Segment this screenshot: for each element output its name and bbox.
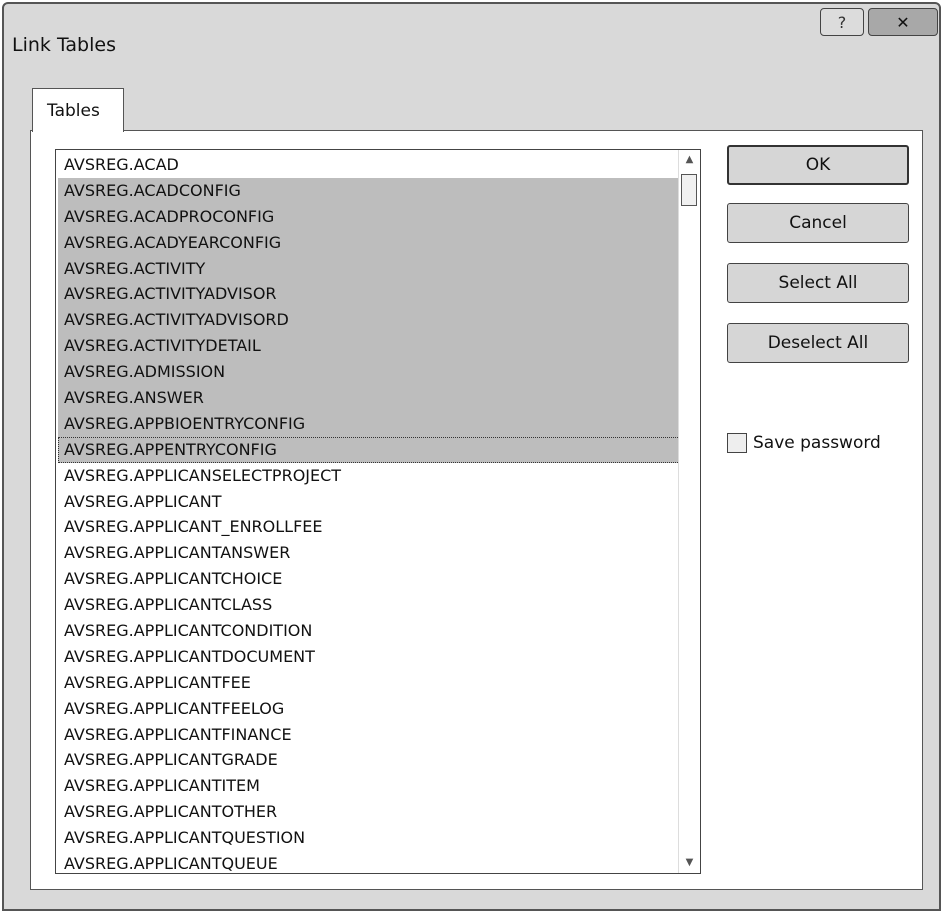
ok-button[interactable]: OK [727, 145, 909, 185]
dialog-title: Link Tables [12, 34, 116, 56]
select-all-button[interactable]: Select All [727, 263, 909, 303]
deselect-all-button[interactable]: Deselect All [727, 323, 909, 363]
table-list-item[interactable]: AVSREG.APPLICANTCONDITION [58, 618, 680, 644]
table-list-item[interactable]: AVSREG.APPBIOENTRYCONFIG [58, 410, 680, 437]
cancel-button[interactable]: Cancel [727, 203, 909, 243]
table-list-item[interactable]: AVSREG.ACADYEARCONFIG [58, 229, 680, 256]
table-list-item[interactable]: AVSREG.APPLICANTFEE [58, 670, 680, 696]
table-list-item[interactable]: AVSREG.APPLICANTOTHER [58, 799, 680, 825]
link-tables-dialog: Link Tables ? ✕ Tables AVSREG.ACAD AVSREG… [2, 2, 941, 911]
table-list-item[interactable]: AVSREG.APPLICANTCLASS [58, 592, 680, 618]
table-list-item[interactable]: AVSREG.APPLICANT_ENROLLFEE [58, 514, 680, 540]
table-list-item[interactable]: AVSREG.ACTIVITYADVISOR [58, 281, 680, 308]
save-password-checkbox[interactable] [727, 433, 747, 453]
table-list-item[interactable]: AVSREG.APPLICANTQUEUE [58, 851, 680, 873]
save-password-row[interactable]: Save password [727, 433, 881, 453]
table-list-item[interactable]: AVSREG.APPLICANTQUESTION [58, 825, 680, 851]
close-button[interactable]: ✕ [868, 8, 938, 36]
table-list-item[interactable]: AVSREG.APPLICANTDOCUMENT [58, 644, 680, 670]
table-list-item[interactable]: AVSREG.APPLICANTGRADE [58, 747, 680, 773]
table-list-item[interactable]: AVSREG.ADMISSION [58, 359, 680, 386]
table-list-item[interactable]: AVSREG.APPLICANT [58, 489, 680, 515]
scroll-thumb[interactable] [681, 174, 697, 206]
deselect-all-button-label: Deselect All [767, 333, 869, 353]
table-list-item[interactable]: AVSREG.APPLICANTANSWER [58, 540, 680, 566]
table-list-item[interactable]: AVSREG.APPLICANTITEM [58, 773, 680, 799]
table-list-item[interactable]: AVSREG.ACTIVITYDETAIL [58, 333, 680, 360]
tables-list-items: AVSREG.ACAD AVSREG.ACADCONFIG AVSREG.ACADP… [58, 152, 680, 873]
scroll-up-icon[interactable]: ▲ [679, 150, 700, 170]
tab-tables[interactable]: Tables [32, 88, 124, 132]
help-icon: ? [837, 12, 847, 32]
select-all-button-label: Select All [778, 273, 858, 293]
table-list-item[interactable]: AVSREG.ACADCONFIG [58, 177, 680, 204]
cancel-button-label: Cancel [789, 213, 847, 233]
help-button[interactable]: ? [820, 8, 864, 36]
table-list-item[interactable]: AVSREG.APPLICANTFINANCE [58, 722, 680, 748]
table-list-item[interactable]: AVSREG.APPLICANTFEELOG [58, 696, 680, 722]
tables-listbox[interactable]: AVSREG.ACAD AVSREG.ACADCONFIG AVSREG.ACADP… [55, 149, 701, 874]
table-list-item[interactable]: AVSREG.ANSWER [58, 385, 680, 411]
title-bar: Link Tables ? ✕ [4, 4, 939, 74]
table-list-item[interactable]: AVSREG.ACTIVITY [58, 255, 680, 282]
list-scrollbar[interactable]: ▲ ▼ [678, 150, 700, 873]
tab-tables-label: Tables [47, 101, 100, 121]
scroll-down-icon[interactable]: ▼ [679, 853, 700, 873]
table-list-item[interactable]: AVSREG.APPENTRYCONFIG [58, 436, 680, 463]
table-list-item[interactable]: AVSREG.ACTIVITYADVISORD [58, 307, 680, 334]
table-list-item[interactable]: AVSREG.ACADPROCONFIG [58, 203, 680, 230]
table-list-item[interactable]: AVSREG.ACAD [58, 152, 680, 178]
tables-tab-panel: AVSREG.ACAD AVSREG.ACADCONFIG AVSREG.ACADP… [30, 130, 923, 890]
table-list-item[interactable]: AVSREG.APPLICANTCHOICE [58, 566, 680, 592]
close-icon: ✕ [896, 12, 910, 32]
ok-button-label: OK [805, 155, 831, 175]
save-password-label: Save password [753, 433, 881, 453]
table-list-item[interactable]: AVSREG.APPLICANSELECTPROJECT [58, 463, 680, 489]
